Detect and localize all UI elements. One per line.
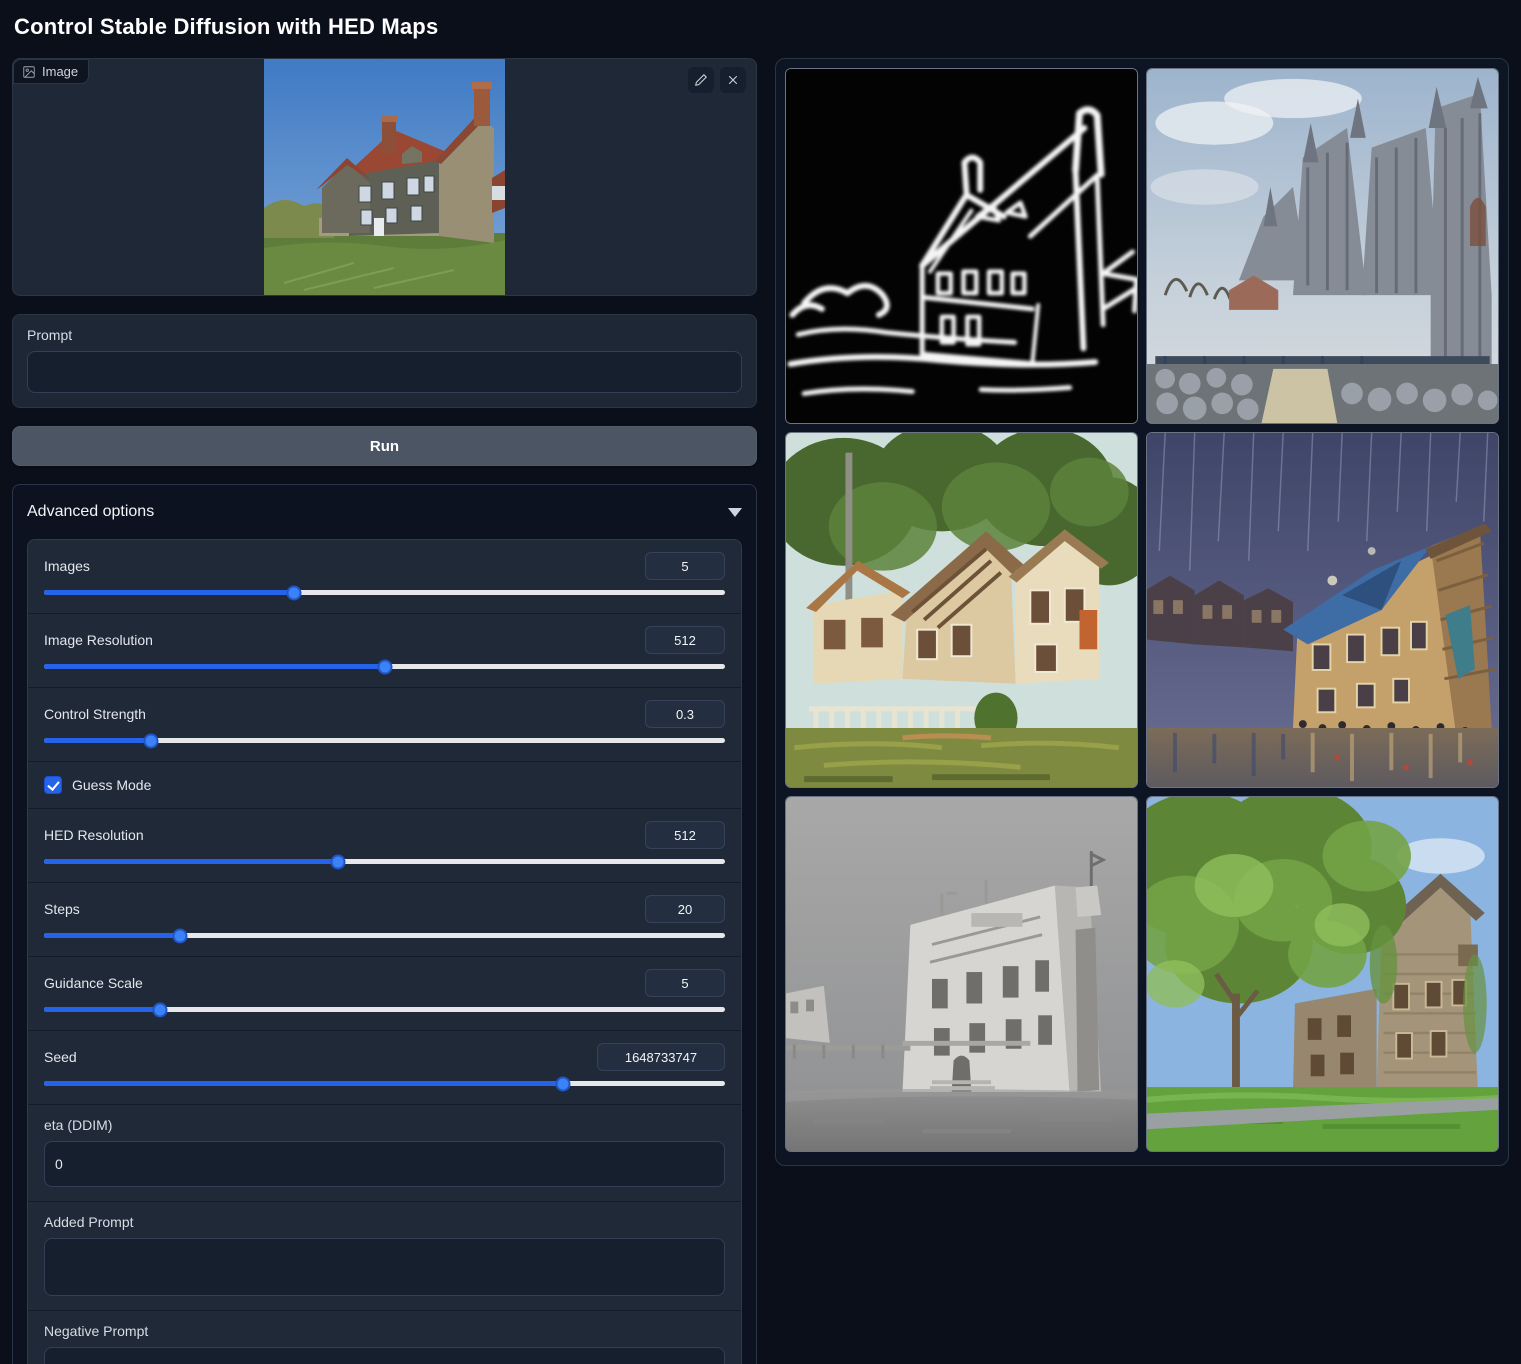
gallery-grid	[785, 68, 1499, 1156]
guidance-scale-slider-fill	[44, 1007, 160, 1012]
image-component-label: Image	[13, 59, 89, 84]
seed-value-input[interactable]: 1648733747	[597, 1043, 725, 1071]
main-row: Image	[12, 58, 1509, 1364]
eta-row: eta (DDIM) 0	[28, 1105, 741, 1202]
negative-prompt-row: Negative Prompt	[28, 1311, 741, 1364]
guidance-scale-value-input[interactable]: 5	[645, 969, 725, 997]
eta-input[interactable]: 0	[44, 1141, 725, 1187]
guess-mode-row: Guess Mode	[28, 762, 741, 809]
results-gallery	[775, 58, 1509, 1166]
hed-resolution-slider-handle[interactable]	[330, 854, 345, 869]
grayscale-building-picture	[786, 797, 1137, 1151]
control-strength-slider-fill	[44, 738, 151, 743]
cathedral-picture	[1147, 69, 1498, 423]
close-icon	[726, 73, 740, 87]
seed-slider-fill	[44, 1081, 563, 1086]
image-upload-component[interactable]: Image	[12, 58, 757, 296]
slider-row-seed: Seed 1648733747	[28, 1031, 741, 1105]
clear-image-button[interactable]	[720, 67, 746, 93]
rainy-street-picture	[1147, 433, 1498, 787]
steps-slider-track[interactable]	[44, 933, 725, 938]
gallery-item-painted-house[interactable]	[785, 432, 1138, 788]
pencil-icon	[694, 73, 708, 87]
control-strength-value-input[interactable]: 0.3	[645, 700, 725, 728]
image-toolbar	[688, 67, 746, 93]
gallery-item-rainy-street[interactable]	[1146, 432, 1499, 788]
left-column: Image	[12, 58, 757, 1364]
hed-resolution-slider-label: HED Resolution	[44, 827, 144, 843]
image-icon	[22, 65, 36, 79]
hed-resolution-value-input[interactable]: 512	[645, 821, 725, 849]
gallery-item-stone-house[interactable]	[1146, 796, 1499, 1152]
guess-mode-checkbox[interactable]	[44, 776, 62, 794]
uploaded-image-picture	[264, 58, 505, 296]
painted-house-picture	[786, 433, 1137, 787]
advanced-options-form: Images 5 Image Resolution 512	[27, 539, 742, 1364]
hed-resolution-slider-track[interactable]	[44, 859, 725, 864]
images-value-input[interactable]: 5	[645, 552, 725, 580]
page-title: Control Stable Diffusion with HED Maps	[14, 14, 1509, 40]
advanced-options-accordion: Advanced options Images 5	[12, 484, 757, 1364]
app-root: Control Stable Diffusion with HED Maps I…	[0, 0, 1521, 1364]
steps-slider-handle[interactable]	[173, 928, 188, 943]
seed-slider-handle[interactable]	[555, 1076, 570, 1091]
images-slider-handle[interactable]	[286, 585, 301, 600]
guidance-scale-slider-track[interactable]	[44, 1007, 725, 1012]
chevron-down-icon	[728, 508, 742, 517]
hed-resolution-slider-fill	[44, 859, 338, 864]
slider-row-steps: Steps 20	[28, 883, 741, 957]
gallery-item-grayscale-building[interactable]	[785, 796, 1138, 1152]
uploaded-image[interactable]	[13, 59, 756, 295]
eta-label: eta (DDIM)	[44, 1117, 725, 1133]
image-resolution-value-input[interactable]: 512	[645, 626, 725, 654]
seed-slider-label: Seed	[44, 1049, 77, 1065]
added-prompt-input[interactable]	[44, 1238, 725, 1296]
steps-slider-label: Steps	[44, 901, 80, 917]
gallery-item-hed-map[interactable]	[785, 68, 1138, 424]
slider-row-hed-resolution: HED Resolution 512	[28, 809, 741, 883]
steps-value-input[interactable]: 20	[645, 895, 725, 923]
images-slider-label: Images	[44, 558, 90, 574]
image-resolution-slider-handle[interactable]	[378, 659, 393, 674]
prompt-label: Prompt	[27, 327, 742, 343]
control-strength-slider-track[interactable]	[44, 738, 725, 743]
guidance-scale-slider-handle[interactable]	[152, 1002, 167, 1017]
seed-slider-track[interactable]	[44, 1081, 725, 1086]
gallery-item-cathedral[interactable]	[1146, 68, 1499, 424]
steps-slider-fill	[44, 933, 180, 938]
hed-map-picture	[786, 69, 1137, 423]
added-prompt-label: Added Prompt	[44, 1214, 725, 1230]
images-slider-fill	[44, 590, 294, 595]
slider-row-control-strength: Control Strength 0.3	[28, 688, 741, 762]
images-slider-track[interactable]	[44, 590, 725, 595]
guidance-scale-slider-label: Guidance Scale	[44, 975, 143, 991]
slider-row-images: Images 5	[28, 540, 741, 614]
image-resolution-slider-fill	[44, 664, 385, 669]
slider-row-guidance-scale: Guidance Scale 5	[28, 957, 741, 1031]
advanced-options-title: Advanced options	[27, 503, 154, 521]
run-button[interactable]: Run	[12, 426, 757, 466]
control-strength-slider-handle[interactable]	[143, 733, 158, 748]
negative-prompt-input[interactable]	[44, 1347, 725, 1364]
control-strength-slider-label: Control Strength	[44, 706, 146, 722]
stone-house-picture	[1147, 797, 1498, 1151]
advanced-options-header[interactable]: Advanced options	[27, 485, 742, 539]
added-prompt-row: Added Prompt	[28, 1202, 741, 1311]
negative-prompt-label: Negative Prompt	[44, 1323, 725, 1339]
slider-row-image-resolution: Image Resolution 512	[28, 614, 741, 688]
image-component-label-text: Image	[42, 64, 78, 79]
guess-mode-label: Guess Mode	[72, 777, 151, 793]
image-resolution-slider-label: Image Resolution	[44, 632, 153, 648]
edit-image-button[interactable]	[688, 67, 714, 93]
image-resolution-slider-track[interactable]	[44, 664, 725, 669]
prompt-input[interactable]	[27, 351, 742, 393]
prompt-block: Prompt	[12, 314, 757, 408]
